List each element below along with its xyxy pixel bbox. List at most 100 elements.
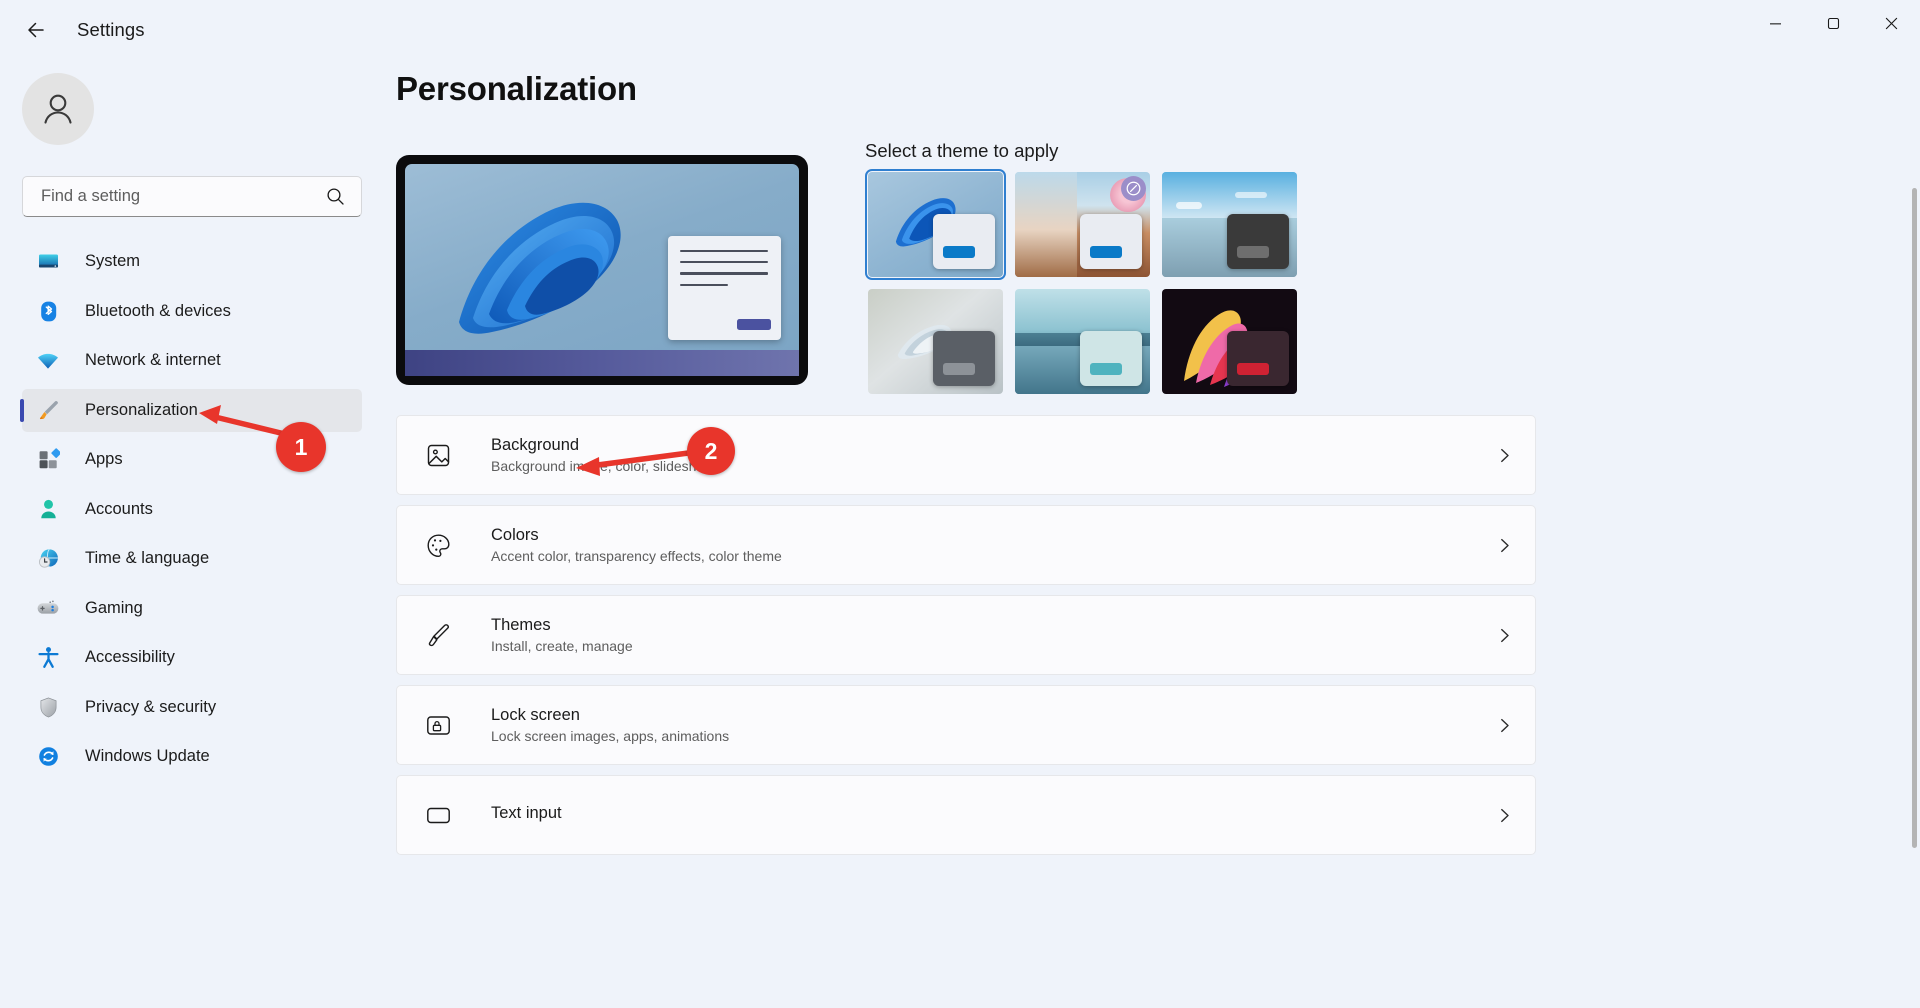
gamepad-icon	[33, 594, 63, 622]
theme-window-preview	[933, 331, 995, 386]
settings-list: Background Background image, color, slid…	[396, 415, 1536, 865]
person-avatar-icon	[44, 94, 72, 124]
theme-selected-badge	[1121, 176, 1146, 201]
close-icon	[1885, 17, 1897, 29]
settings-row-title: Themes	[491, 616, 551, 634]
settings-row-subtitle: Accent color, transparency effects, colo…	[491, 548, 782, 564]
search-box[interactable]	[22, 176, 362, 217]
checkmark-circle-icon	[1126, 181, 1141, 196]
chevron-right-icon	[1496, 627, 1513, 644]
theme-lake[interactable]	[1015, 289, 1150, 394]
sidebar-item-accounts[interactable]: Accounts	[22, 488, 362, 531]
palette-icon	[421, 532, 455, 559]
sidebar: System Bluetooth & devices	[0, 60, 378, 1008]
image-icon	[421, 442, 455, 469]
preview-screen	[405, 164, 799, 376]
theme-flow-light[interactable]	[868, 289, 1003, 394]
search-input[interactable]	[23, 187, 326, 206]
theme-window-preview	[1227, 214, 1289, 269]
preview-accent-bar	[737, 319, 771, 330]
annotation-badge-1: 1	[276, 422, 326, 472]
minimize-icon	[1769, 22, 1781, 24]
person-icon	[33, 495, 63, 523]
preview-taskbar	[405, 350, 799, 376]
sidebar-item-windows-update[interactable]: Windows Update	[22, 735, 362, 778]
sidebar-item-label: Network & internet	[85, 351, 221, 369]
theme-accent-swatch	[1237, 363, 1269, 375]
title-bar: Settings	[0, 0, 1920, 60]
settings-row-title: Lock screen	[491, 706, 580, 724]
settings-window: Settings Find a setting System Bluetooth…	[0, 0, 1920, 1008]
chevron-right-icon	[1496, 807, 1513, 824]
sidebar-item-accessibility[interactable]: Accessibility	[22, 636, 362, 679]
sidebar-item-gaming[interactable]: Gaming	[22, 587, 362, 630]
theme-window-preview	[1080, 214, 1142, 269]
theme-accent-swatch	[1237, 246, 1269, 258]
theme-grid	[864, 168, 1297, 394]
settings-row-text-input[interactable]: Text input	[396, 775, 1536, 855]
desktop-preview	[396, 155, 808, 385]
back-arrow-icon	[28, 22, 44, 38]
chevron-right-icon	[1496, 447, 1513, 464]
settings-row-title: Text input	[491, 804, 562, 822]
settings-row-subtitle: Install, create, manage	[491, 638, 633, 654]
settings-row-subtitle: Background image, color, slideshow	[491, 458, 715, 474]
shield-icon	[33, 693, 63, 721]
maximize-button[interactable]	[1804, 0, 1862, 46]
settings-row-lock-screen[interactable]: Lock screen Lock screen images, apps, an…	[396, 685, 1536, 765]
sidebar-item-bluetooth-devices[interactable]: Bluetooth & devices	[22, 290, 362, 333]
sidebar-item-label: Windows Update	[85, 747, 210, 765]
settings-row-title: Background	[491, 436, 580, 454]
back-button[interactable]	[14, 11, 58, 49]
settings-row-themes[interactable]: Themes Install, create, manage	[396, 595, 1536, 675]
wifi-icon	[33, 347, 63, 375]
sidebar-item-label: System	[85, 252, 141, 270]
windows-bloom-wallpaper	[459, 202, 621, 334]
settings-row-colors[interactable]: Colors Accent color, transparency effect…	[396, 505, 1536, 585]
theme-window-preview	[1080, 331, 1142, 386]
sidebar-item-label: Time & language	[85, 549, 210, 567]
chevron-right-icon	[1496, 537, 1513, 554]
sidebar-item-label: Accounts	[85, 499, 153, 518]
lock-screen-icon	[421, 712, 455, 739]
search-icon[interactable]	[326, 187, 361, 206]
sidebar-nav: System Bluetooth & devices Network & int…	[20, 240, 362, 785]
sidebar-item-label: Apps	[85, 450, 123, 468]
settings-row-background[interactable]: Background Background image, color, slid…	[396, 415, 1536, 495]
accessibility-person-icon	[33, 644, 63, 672]
close-button[interactable]	[1862, 0, 1920, 46]
chevron-right-icon	[1496, 717, 1513, 734]
theme-glow-dark[interactable]	[1162, 289, 1297, 394]
maximize-icon	[1827, 17, 1839, 29]
text-input-icon	[421, 802, 455, 829]
refresh-sync-icon	[33, 743, 63, 771]
app-title: Settings	[77, 19, 145, 40]
theme-accent-swatch	[1090, 246, 1122, 258]
globe-clock-icon	[33, 545, 63, 573]
theme-light-bloom[interactable]	[864, 168, 1007, 281]
sidebar-item-network-internet[interactable]: Network & internet	[22, 339, 362, 382]
annotation-badge-2: 2	[687, 427, 735, 475]
sidebar-item-system[interactable]: System	[22, 240, 362, 283]
apps-grid-icon	[33, 446, 63, 474]
paintbrush-icon	[33, 396, 63, 424]
theme-accent-swatch	[943, 363, 975, 375]
avatar[interactable]	[22, 73, 94, 145]
theme-blossom[interactable]	[1015, 172, 1150, 277]
paintbrush-icon	[421, 622, 455, 649]
vertical-scrollbar[interactable]	[1912, 188, 1917, 848]
theme-accent-swatch	[943, 246, 975, 258]
sidebar-item-privacy-security[interactable]: Privacy & security	[22, 686, 362, 729]
theme-beach[interactable]	[1162, 172, 1297, 277]
theme-accent-swatch	[1090, 363, 1122, 375]
minimize-button[interactable]	[1746, 0, 1804, 46]
settings-row-subtitle: Lock screen images, apps, animations	[491, 728, 730, 744]
sidebar-item-label: Gaming	[85, 598, 143, 617]
sidebar-item-time-language[interactable]: Time & language	[22, 537, 362, 580]
preview-mini-window	[668, 236, 781, 340]
page-title: Personalization	[396, 70, 637, 107]
sidebar-item-label: Accessibility	[85, 648, 175, 666]
monitor-icon	[33, 248, 63, 276]
theme-window-preview	[933, 214, 995, 269]
sidebar-item-label: Personalization	[85, 400, 198, 419]
